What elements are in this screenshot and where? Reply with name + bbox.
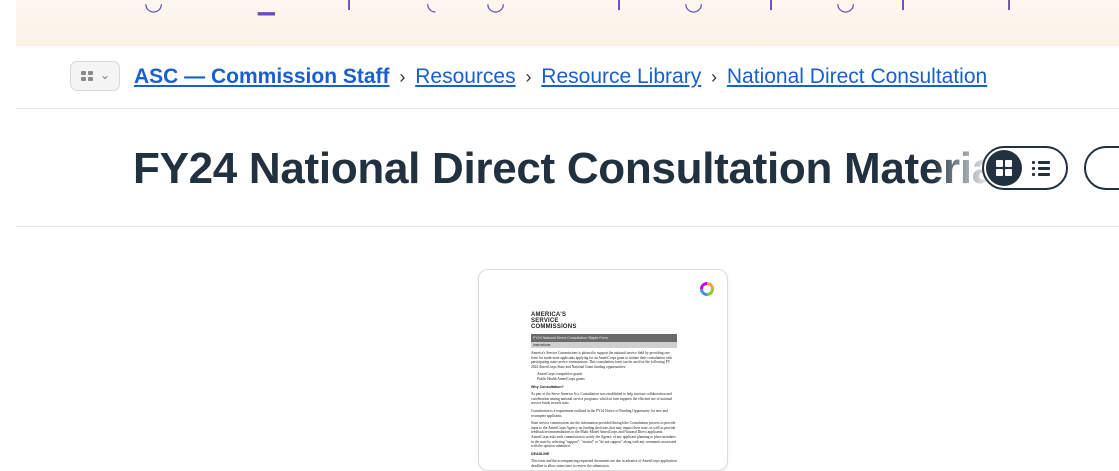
chevron-down-icon: ⌄ bbox=[100, 68, 111, 82]
breadcrumb-separator: › bbox=[525, 67, 532, 87]
breadcrumb-link-asc-commission-staff[interactable]: ASC — Commission Staff bbox=[134, 65, 390, 88]
toolbar-icon[interactable]: ı bbox=[900, 0, 906, 14]
toolbar-icon[interactable]: ı bbox=[616, 0, 622, 14]
breadcrumb-separator: › bbox=[399, 67, 406, 87]
doc-body: America's Service Commissions is pleased… bbox=[531, 351, 677, 468]
document-thumbnail: AMERICA'S SERVICE COMMISSIONS FY24 Natio… bbox=[531, 310, 677, 470]
document-card[interactable]: AMERICA'S SERVICE COMMISSIONS FY24 Natio… bbox=[478, 269, 728, 471]
toolbar-icon[interactable]: ı bbox=[1006, 0, 1012, 14]
breadcrumb-separator: › bbox=[711, 67, 718, 87]
toolbar-icon[interactable]: ◟ bbox=[427, 0, 436, 14]
toolbar-icon[interactable]: ▔ bbox=[546, 0, 563, 14]
page-title: FY24 National Direct Consultation Materi… bbox=[133, 144, 993, 196]
breadcrumb: ASC — Commission Staff › Resources › Res… bbox=[134, 64, 987, 90]
toolbar-icon[interactable]: ı bbox=[768, 0, 774, 14]
breadcrumb-link-national-direct-consultation[interactable]: National Direct Consultation bbox=[727, 65, 987, 88]
breadcrumb-bar: ⌄ ASC — Commission Staff › Resources › R… bbox=[16, 50, 1119, 109]
toolbar-icon[interactable]: ◡ bbox=[684, 0, 703, 14]
doc-subtitle: Instructions bbox=[531, 342, 677, 348]
top-toolbar: ◡ ▁ ı ◟ ◡ ▔ ı ◡ ı ◡ ı ı bbox=[16, 0, 1119, 46]
loading-spinner-icon bbox=[700, 282, 714, 296]
toolbar-icon[interactable]: ı bbox=[346, 0, 352, 14]
view-picker-button[interactable]: ⌄ bbox=[70, 61, 120, 91]
grid-icon bbox=[81, 71, 94, 82]
breadcrumb-link-resources[interactable]: Resources bbox=[415, 65, 515, 88]
toolbar-icon[interactable]: ◡ bbox=[486, 0, 505, 14]
page-header: FY24 National Direct Consultation Materi… bbox=[16, 112, 1119, 227]
toolbar-icon[interactable]: ▁ bbox=[258, 0, 275, 14]
view-toggle bbox=[982, 146, 1068, 190]
doc-band-title: FY24 National Direct Consultation Staple… bbox=[531, 334, 677, 342]
doc-logo: AMERICA'S SERVICE COMMISSIONS bbox=[531, 312, 577, 330]
toolbar-icon[interactable]: ◡ bbox=[144, 0, 163, 14]
breadcrumb-link-resource-library[interactable]: Resource Library bbox=[541, 65, 701, 88]
grid-view-icon[interactable] bbox=[986, 150, 1022, 186]
toolbar-icon[interactable]: ◡ bbox=[836, 0, 855, 14]
list-view-icon[interactable] bbox=[1032, 158, 1056, 178]
share-button[interactable] bbox=[1084, 146, 1119, 190]
